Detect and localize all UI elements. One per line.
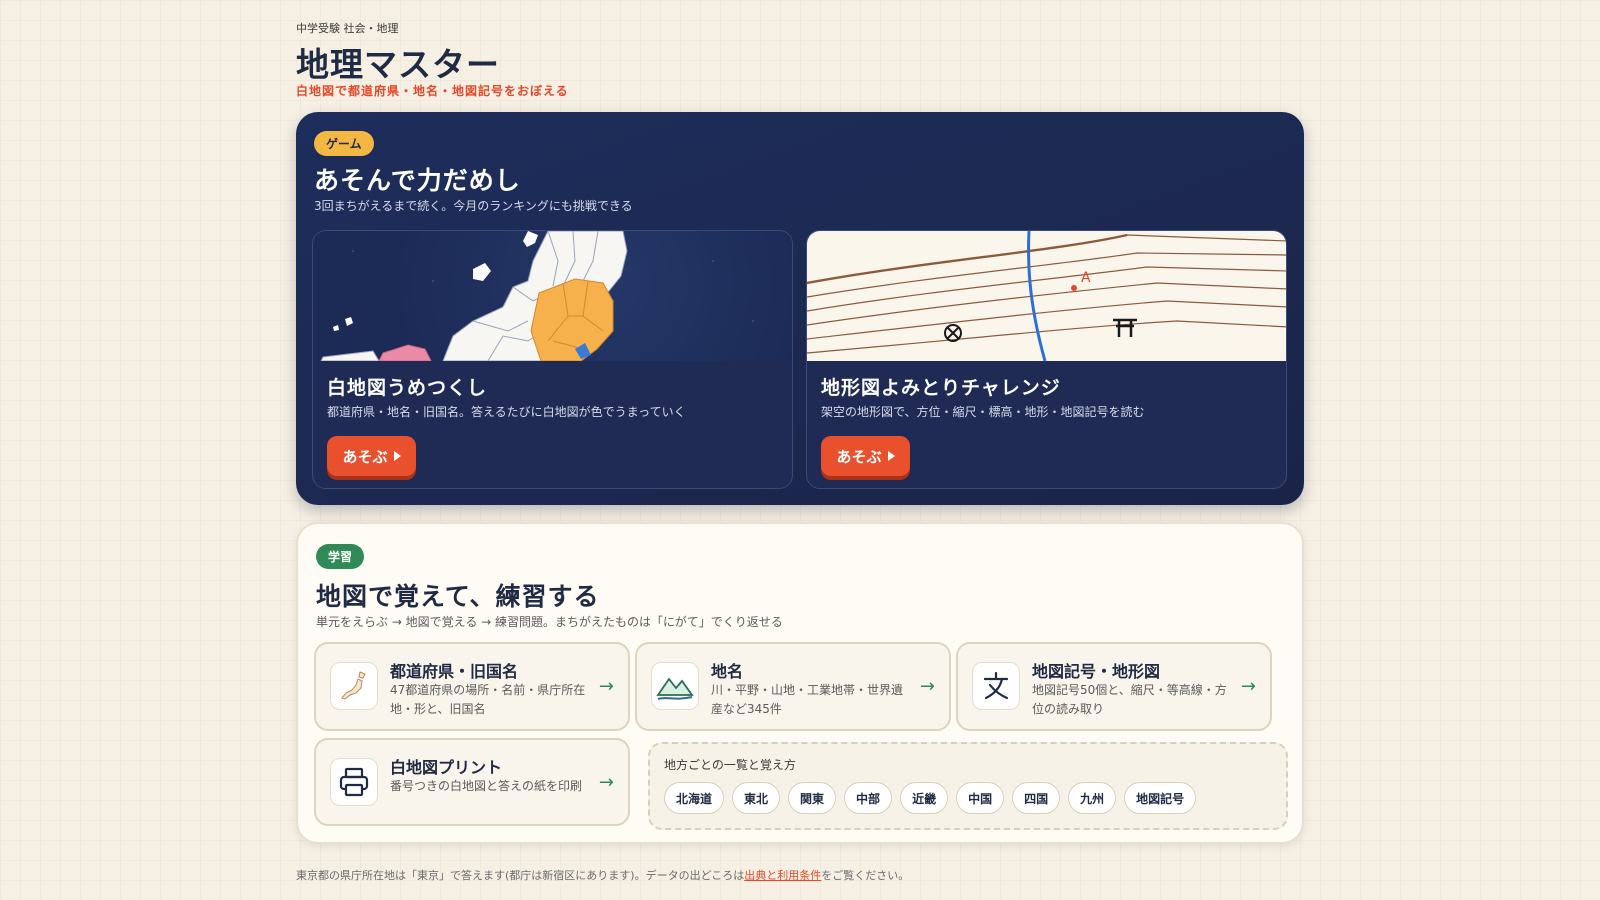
game-card-description: 都道府県・地名・旧国名。答えるたびに白地図が色でうまっていく (327, 405, 686, 419)
region-chip-shikoku[interactable]: 四国 (1012, 782, 1061, 814)
study-card-print[interactable]: 白地図プリント 番号つきの白地図と答えの紙を印刷 → (314, 738, 630, 826)
game-card-description: 架空の地形図で、方位・縮尺・標高・地形・地図記号を読む (821, 405, 1145, 419)
sources-link[interactable]: 出典と利用条件 (744, 869, 821, 882)
game-card-topographic[interactable]: A 地形図よみとりチャレンジ 架空の地形図で、方位・縮尺・標高・地形・地図記号を… (806, 230, 1287, 489)
study-subtitle: 単元をえらぶ → 地図で覚える → 練習問題。まちがえたものは「にがて」でくり返… (316, 615, 783, 629)
map-symbol-icon (972, 662, 1020, 710)
game-badge: ゲーム (314, 131, 374, 156)
regions-box: 地方ごとの一覧と覚え方 北海道 東北 関東 中部 近畿 中国 四国 九州 地図記… (648, 742, 1288, 830)
game-card-title: 白地図うめつくし (327, 377, 488, 399)
study-card-map-symbols[interactable]: 地図記号・地形図 地図記号50個と、縮尺・等高線・方位の読み取り → (956, 642, 1272, 731)
site-tagline: 白地図で都道府県・地名・地図記号をおぼえる (296, 84, 569, 98)
study-section: 学習 地図で覚えて、練習する 単元をえらぶ → 地図で覚える → 練習問題。まち… (296, 522, 1304, 844)
game-card-blank-map[interactable]: 白地図うめつくし 都道府県・地名・旧国名。答えるたびに白地図が色でうまっていく … (312, 230, 793, 489)
play-triangle-icon (393, 451, 401, 461)
game-section: ゲーム あそんで力だめし 3回まちがえるまで続く。今月のランキングにも挑戦できる (296, 112, 1304, 505)
arrow-right-icon: → (1240, 676, 1256, 697)
play-button-label: あそぶ (836, 447, 882, 466)
arrow-right-icon: → (919, 676, 935, 697)
police-box-symbol-icon (944, 324, 962, 342)
game-card-title: 地形図よみとりチャレンジ (821, 377, 1061, 399)
study-card-description: 川・平野・山地・工業地帯・世界遺産など345件 (711, 683, 904, 716)
region-chip-map-symbols[interactable]: 地図記号 (1124, 782, 1197, 814)
region-chip-kinki[interactable]: 近畿 (900, 782, 949, 814)
footer-note-text-end: をご覧ください。 (821, 869, 910, 882)
study-card-title: 地図記号・地形図 (1032, 662, 1161, 681)
mountain-icon (651, 662, 699, 710)
play-button-blank-map[interactable]: あそぶ (327, 436, 416, 476)
game-heading: あそんで力だめし (314, 166, 521, 195)
footer-note-text: 東京都の県庁所在地は「東京」で答えます(都庁は新宿区にあります)。データの出どこ… (296, 869, 745, 882)
play-button-topographic[interactable]: あそぶ (821, 436, 910, 476)
study-card-title: 都道府県・旧国名 (390, 662, 519, 681)
japan-outline-icon (330, 662, 378, 710)
study-card-title: 白地図プリント (390, 758, 503, 777)
region-chip-kanto[interactable]: 関東 (788, 782, 837, 814)
contour-map-icon: A (807, 231, 1286, 362)
game-subtitle: 3回まちがえるまで続く。今月のランキングにも挑戦できる (314, 199, 633, 213)
printer-icon (330, 758, 378, 806)
arrow-right-icon: → (598, 772, 614, 793)
study-card-prefectures[interactable]: 都道府県・旧国名 47都道府県の場所・名前・県庁所在地・形と、旧国名 → (314, 642, 630, 731)
study-card-description: 47都道府県の場所・名前・県庁所在地・形と、旧国名 (390, 683, 586, 716)
arrow-right-icon: → (598, 676, 614, 697)
region-chip-kyushu[interactable]: 九州 (1068, 782, 1117, 814)
header-kicker: 中学受験 社会・地理 (296, 22, 399, 35)
study-heading: 地図で覚えて、練習する (316, 582, 600, 611)
region-chip-tohoku[interactable]: 東北 (732, 782, 781, 814)
region-chip-list: 北海道 東北 関東 中部 近畿 中国 四国 九州 地図記号 (664, 782, 1197, 814)
study-card-description: 地図記号50個と、縮尺・等高線・方位の読み取り (1032, 683, 1227, 716)
region-chip-chugoku[interactable]: 中国 (956, 782, 1005, 814)
region-chip-chubu[interactable]: 中部 (844, 782, 893, 814)
shrine-symbol-icon (1113, 318, 1137, 337)
site-title[interactable]: 地理マスター (296, 38, 500, 86)
play-button-label: あそぶ (342, 447, 388, 466)
japan-map-icon (313, 231, 792, 362)
study-card-place-names[interactable]: 地名 川・平野・山地・工業地帯・世界遺産など345件 → (635, 642, 951, 731)
study-badge: 学習 (316, 544, 365, 569)
study-card-description: 番号つきの白地図と答えの紙を印刷 (390, 779, 583, 793)
map-point-label: A (1081, 270, 1091, 286)
footer-note: 東京都の県庁所在地は「東京」で答えます(都庁は新宿区にあります)。データの出どこ… (296, 867, 909, 883)
region-chip-hokkaido[interactable]: 北海道 (664, 782, 725, 814)
study-card-title: 地名 (711, 662, 744, 681)
play-triangle-icon (887, 451, 895, 461)
regions-title: 地方ごとの一覧と覚え方 (664, 758, 796, 772)
